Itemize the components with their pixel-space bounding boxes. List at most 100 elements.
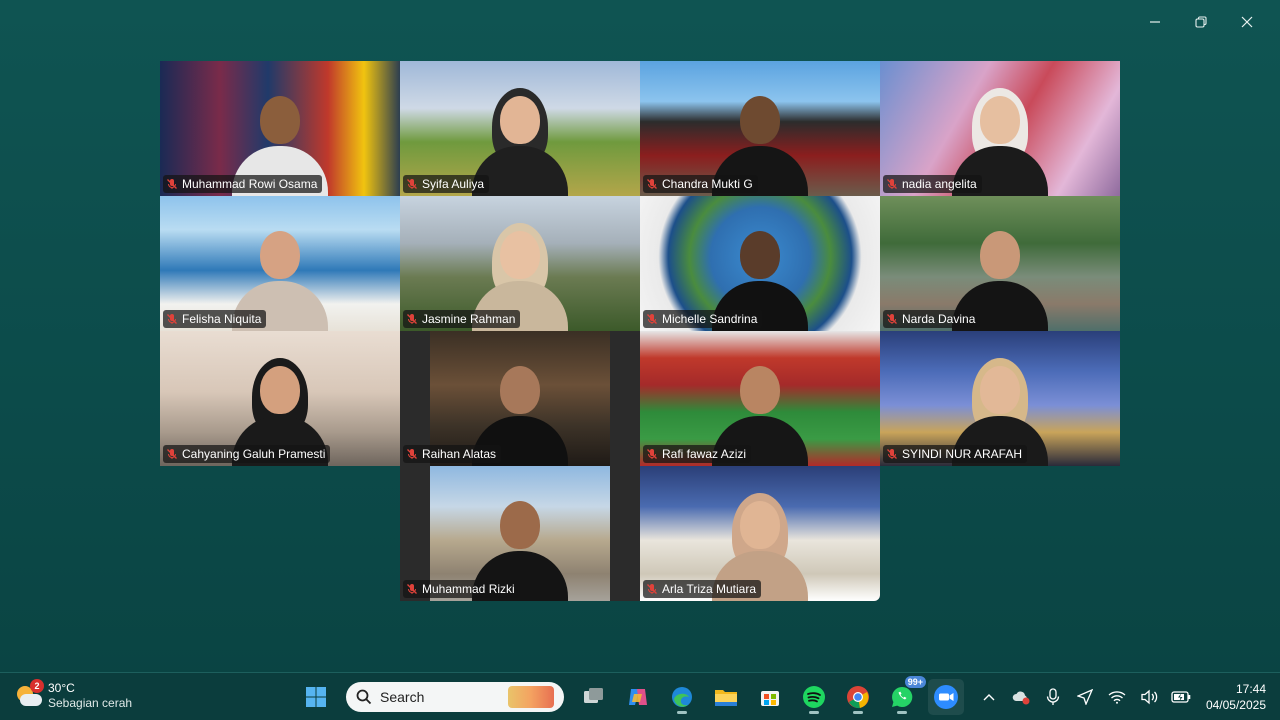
spotify-icon: [803, 686, 825, 708]
weather-badge: 2: [30, 679, 44, 693]
edge-icon: [672, 687, 692, 707]
participant-tile[interactable]: Muhammad Rowi Osama: [160, 61, 400, 196]
mic-muted-icon: [887, 314, 897, 324]
participant-name-tag: Felisha Niquita: [163, 310, 267, 328]
mic-muted-icon: [407, 314, 417, 324]
participant-name: Arla Triza Mutiara: [662, 582, 757, 596]
search-icon: [356, 689, 372, 705]
copilot-button[interactable]: [620, 679, 656, 715]
restore-icon: [1195, 16, 1207, 28]
window-controls: [1132, 8, 1270, 36]
clock-time: 17:44: [1235, 682, 1266, 696]
participant-name-tag: Arla Triza Mutiara: [643, 580, 762, 598]
task-view-button[interactable]: [576, 679, 612, 715]
participant-name: Jasmine Rahman: [422, 312, 516, 326]
zoom-icon: [934, 685, 958, 709]
mic-muted-icon: [167, 179, 177, 189]
chrome-icon: [847, 686, 869, 709]
mic-muted-icon: [167, 449, 177, 459]
edge-button[interactable]: [664, 679, 700, 715]
mic-muted-icon: [887, 179, 897, 189]
mic-muted-icon: [407, 584, 417, 594]
participant-tile[interactable]: Raihan Alatas: [400, 331, 640, 466]
participant-tile[interactable]: Felisha Niquita: [160, 196, 400, 331]
task-view-icon: [584, 688, 603, 703]
participant-name-tag: Raihan Alatas: [403, 445, 502, 463]
participant-name-tag: SYINDI NUR ARAFAH: [883, 445, 1028, 463]
speaker-icon: [1141, 689, 1158, 705]
participant-tile[interactable]: Jasmine Rahman: [400, 196, 640, 331]
whatsapp-icon: [892, 686, 913, 707]
microphone-icon: [1046, 688, 1060, 705]
close-icon: [1241, 16, 1253, 28]
weather-condition: Sebagian cerah: [48, 696, 133, 710]
file-explorer-button[interactable]: [708, 679, 744, 715]
battery-button[interactable]: [1168, 684, 1194, 710]
chevron-up-icon: [983, 694, 995, 701]
participant-name: Michelle Sandrina: [662, 312, 758, 326]
clock[interactable]: 17:44 04/05/2025: [1206, 681, 1266, 713]
participant-name: Rafi fawaz Azizi: [662, 447, 747, 461]
participant-tile[interactable]: SYINDI NUR ARAFAH: [880, 331, 1120, 466]
mic-muted-icon: [167, 314, 177, 324]
mic-muted-icon: [647, 449, 657, 459]
store-button[interactable]: [752, 679, 788, 715]
onedrive-button[interactable]: [1008, 684, 1034, 710]
cloud-sync-icon: [1012, 691, 1030, 705]
participant-tile[interactable]: Muhammad Rizki: [400, 466, 640, 601]
participant-name: Muhammad Rowi Osama: [182, 177, 318, 191]
minimize-icon: [1150, 21, 1160, 23]
video-gallery: Muhammad Rowi Osama Syifa Auliya Chandra…: [160, 61, 1120, 602]
chrome-button[interactable]: [840, 679, 876, 715]
participant-tile[interactable]: Cahyaning Galuh Pramesti: [160, 331, 400, 466]
weather-widget[interactable]: 2 30°C Sebagian cerah: [14, 679, 133, 711]
mic-muted-icon: [647, 584, 657, 594]
minimize-button[interactable]: [1132, 8, 1178, 36]
participant-tile[interactable]: Narda Davina: [880, 196, 1120, 331]
participant-tile-active-speaker[interactable]: Syifa Auliya: [400, 61, 640, 196]
file-explorer-icon: [715, 690, 737, 706]
microphone-status-button[interactable]: [1040, 684, 1066, 710]
whatsapp-button[interactable]: 99+: [884, 676, 926, 715]
participant-name-tag: nadia angelita: [883, 175, 982, 193]
location-button[interactable]: [1072, 684, 1098, 710]
participant-tile[interactable]: Arla Triza Mutiara: [640, 466, 880, 601]
participant-name-tag: Michelle Sandrina: [643, 310, 763, 328]
participant-tile[interactable]: Michelle Sandrina: [640, 196, 880, 331]
participant-name-tag: Rafi fawaz Azizi: [643, 445, 752, 463]
volume-button[interactable]: [1136, 684, 1162, 710]
participant-name: Cahyaning Galuh Pramesti: [182, 447, 326, 461]
wifi-button[interactable]: [1104, 684, 1130, 710]
start-button[interactable]: [298, 679, 334, 715]
search-box[interactable]: Search: [346, 682, 564, 712]
close-button[interactable]: [1224, 8, 1270, 36]
taskbar: 2 30°C Sebagian cerah Search 99+ 17:44 0…: [0, 672, 1280, 720]
spotify-button[interactable]: [796, 679, 832, 715]
weather-temp: 30°C: [48, 681, 75, 695]
taskbar-apps: Search 99+: [298, 676, 964, 715]
participant-tile[interactable]: Chandra Mukti G: [640, 61, 880, 196]
participant-name: Raihan Alatas: [422, 447, 497, 461]
start-icon: [306, 687, 326, 707]
participant-name: Chandra Mukti G: [662, 177, 753, 191]
mic-muted-icon: [647, 314, 657, 324]
participant-name-tag: Cahyaning Galuh Pramesti: [163, 445, 331, 463]
participant-name: nadia angelita: [902, 177, 977, 191]
notification-badge: 99+: [904, 676, 926, 688]
participant-name: Syifa Auliya: [422, 177, 485, 191]
restore-button[interactable]: [1178, 8, 1224, 36]
participant-name-tag: Muhammad Rizki: [403, 580, 520, 598]
weather-icon: 2: [14, 679, 44, 709]
participant-tile[interactable]: nadia angelita: [880, 61, 1120, 196]
clock-date: 04/05/2025: [1205, 698, 1266, 712]
participant-tile[interactable]: Rafi fawaz Azizi: [640, 331, 880, 466]
show-hidden-icons-button[interactable]: [976, 684, 1002, 710]
participant-name-tag: Jasmine Rahman: [403, 310, 521, 328]
location-arrow-icon: [1076, 689, 1093, 705]
zoom-button[interactable]: [928, 679, 964, 715]
wifi-icon: [1108, 691, 1126, 704]
participant-name-tag: Syifa Auliya: [403, 175, 490, 193]
participant-name-tag: Narda Davina: [883, 310, 981, 328]
participant-name: Felisha Niquita: [182, 312, 262, 326]
participant-name: Narda Davina: [902, 312, 976, 326]
